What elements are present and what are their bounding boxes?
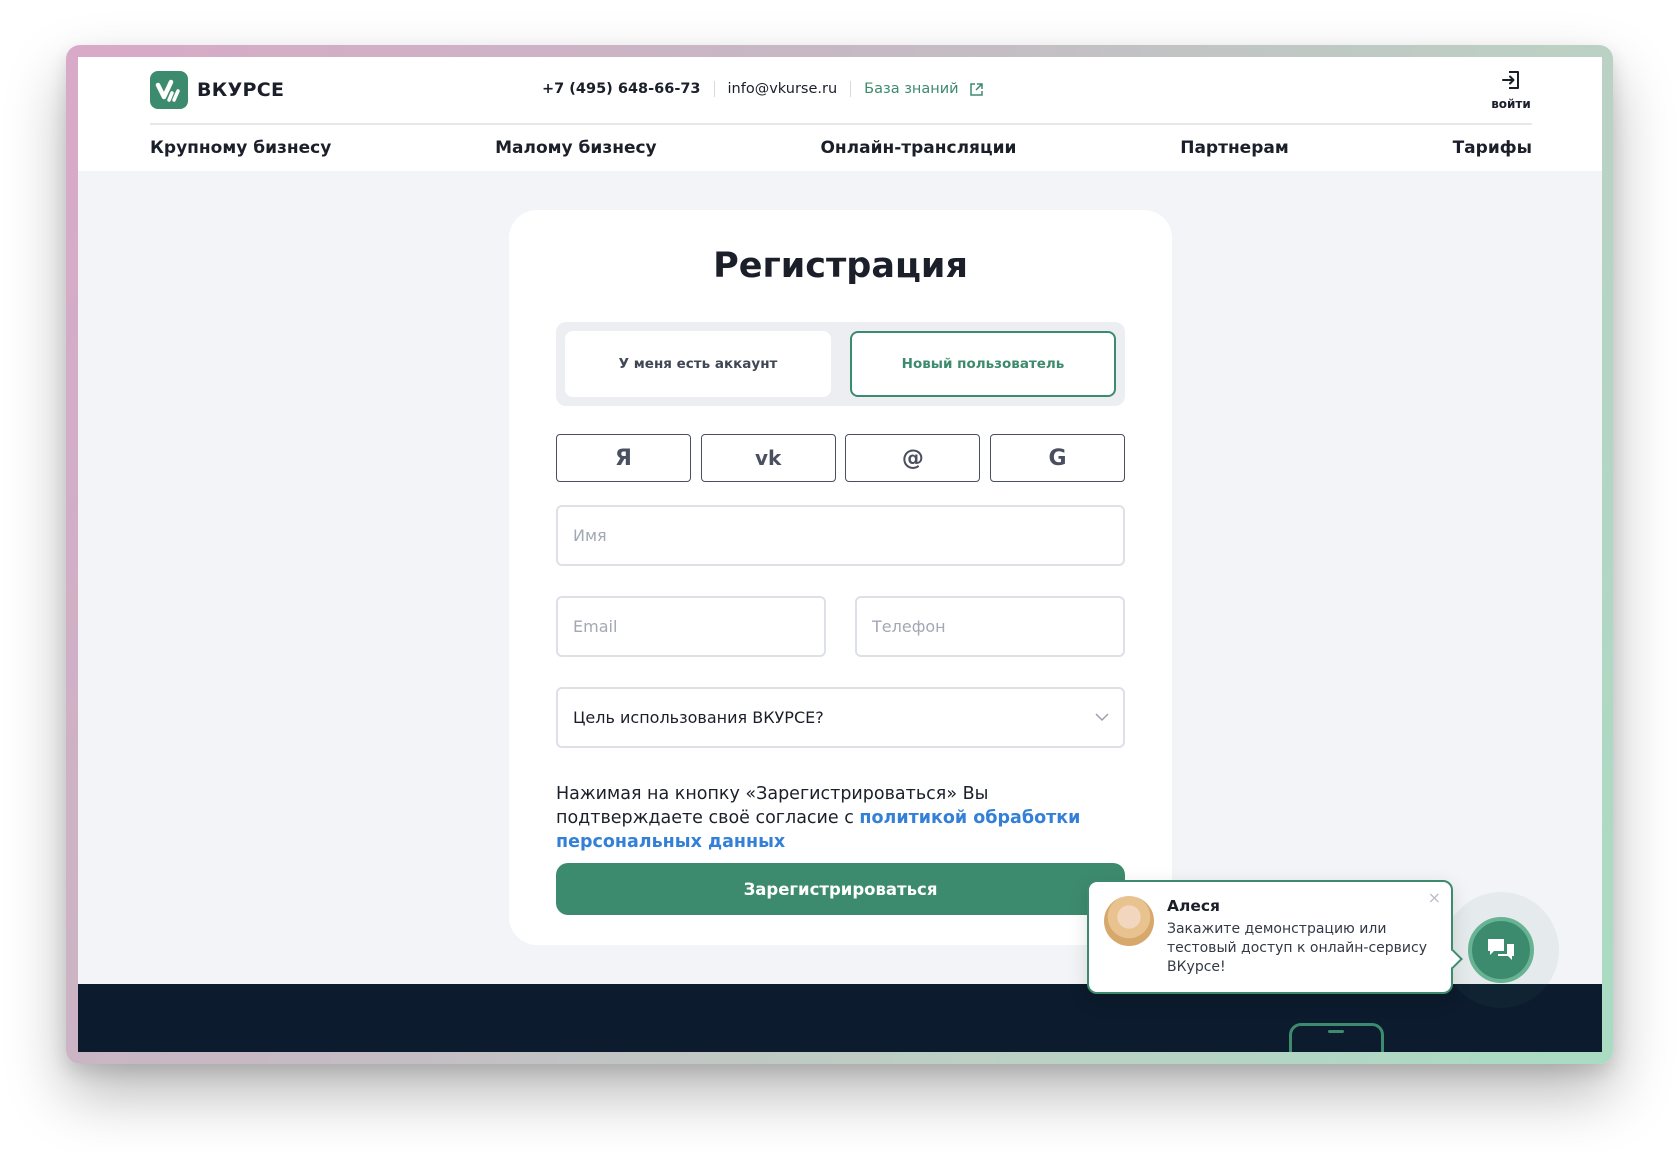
name-field[interactable] — [556, 505, 1125, 566]
browser-window: ВКУРСЕ +7 (495) 648-66-73 info@vkurse.ru… — [78, 57, 1602, 1052]
logo-text: ВКУРСЕ — [197, 79, 285, 101]
vk-login-button[interactable]: vk — [700, 434, 836, 482]
avatar — [1104, 896, 1154, 946]
header-phone[interactable]: +7 (495) 648-66-73 — [542, 81, 701, 97]
tab-new-user[interactable]: Новый пользователь — [850, 331, 1116, 397]
logo[interactable]: ВКУРСЕ — [150, 71, 284, 109]
social-login-row: Я vk @ G — [556, 434, 1125, 482]
nav-item-broadcasts[interactable]: Онлайн-трансляции — [820, 138, 1016, 158]
login-icon — [1502, 71, 1519, 89]
google-icon: G — [1048, 445, 1067, 471]
chat-message: Закажите демонстрацию или тестовый досту… — [1167, 921, 1428, 975]
registration-card: Регистрация У меня есть аккаунт Новый по… — [509, 210, 1172, 945]
page-title: Регистрация — [713, 246, 968, 286]
nav-item-partners[interactable]: Партнерам — [1180, 138, 1289, 158]
header-contacts: +7 (495) 648-66-73 info@vkurse.ru База з… — [542, 81, 984, 97]
phone-notch — [1328, 1030, 1344, 1033]
account-toggle: У меня есть аккаунт Новый пользователь — [556, 322, 1125, 406]
header-divider — [150, 123, 1532, 125]
logo-mark-icon — [150, 71, 188, 109]
phone-input[interactable] — [872, 617, 1123, 636]
email-field[interactable] — [556, 596, 826, 657]
purpose-select[interactable]: Цель использования ВКУРСЕ? — [556, 687, 1125, 748]
google-login-button[interactable]: G — [989, 434, 1125, 482]
nav-item-enterprise[interactable]: Крупному бизнесу — [150, 138, 331, 158]
nav-item-small-business[interactable]: Малому бизнесу — [495, 138, 657, 158]
chevron-down-icon — [1095, 713, 1109, 722]
login-button[interactable]: войти — [1489, 69, 1533, 111]
chat-agent-name: Алеся — [1167, 897, 1221, 915]
knowledge-base-label: База знаний — [864, 81, 959, 97]
name-input[interactable] — [573, 526, 1123, 545]
tab-existing-account[interactable]: У меня есть аккаунт — [565, 331, 831, 397]
knowledge-base-link[interactable]: База знаний — [864, 81, 983, 97]
email-input[interactable] — [573, 617, 824, 636]
phone-illustration-icon — [1289, 1023, 1384, 1052]
main-nav: Крупному бизнесу Малому бизнесу Онлайн-т… — [150, 138, 1532, 158]
chat-bubbles-icon — [1488, 939, 1514, 960]
footer — [78, 984, 1602, 1052]
chat-popup: Алеся Закажите демонстрацию или тестовый… — [1087, 880, 1463, 994]
register-button[interactable]: Зарегистрироваться — [556, 863, 1125, 915]
phone-field[interactable] — [855, 596, 1125, 657]
login-label: войти — [1491, 97, 1531, 111]
chat-open-button[interactable] — [1468, 917, 1534, 983]
purpose-select-value: Цель использования ВКУРСЕ? — [573, 708, 824, 727]
mail-icon: @ — [901, 445, 924, 471]
header-email[interactable]: info@vkurse.ru — [728, 81, 838, 97]
external-link-icon — [969, 82, 983, 96]
vk-icon: vk — [754, 446, 782, 470]
yandex-login-button[interactable]: Я — [556, 434, 691, 482]
contact-divider — [713, 81, 715, 97]
close-icon[interactable]: × — [1428, 888, 1441, 907]
contact-divider — [850, 81, 852, 97]
mail-login-button[interactable]: @ — [845, 434, 981, 482]
yandex-icon: Я — [615, 445, 632, 471]
nav-item-pricing[interactable]: Тарифы — [1453, 138, 1532, 158]
site-header: ВКУРСЕ +7 (495) 648-66-73 info@vkurse.ru… — [78, 57, 1602, 171]
consent-text: Нажимая на кнопку «Зарегистрироваться» В… — [556, 782, 1136, 854]
